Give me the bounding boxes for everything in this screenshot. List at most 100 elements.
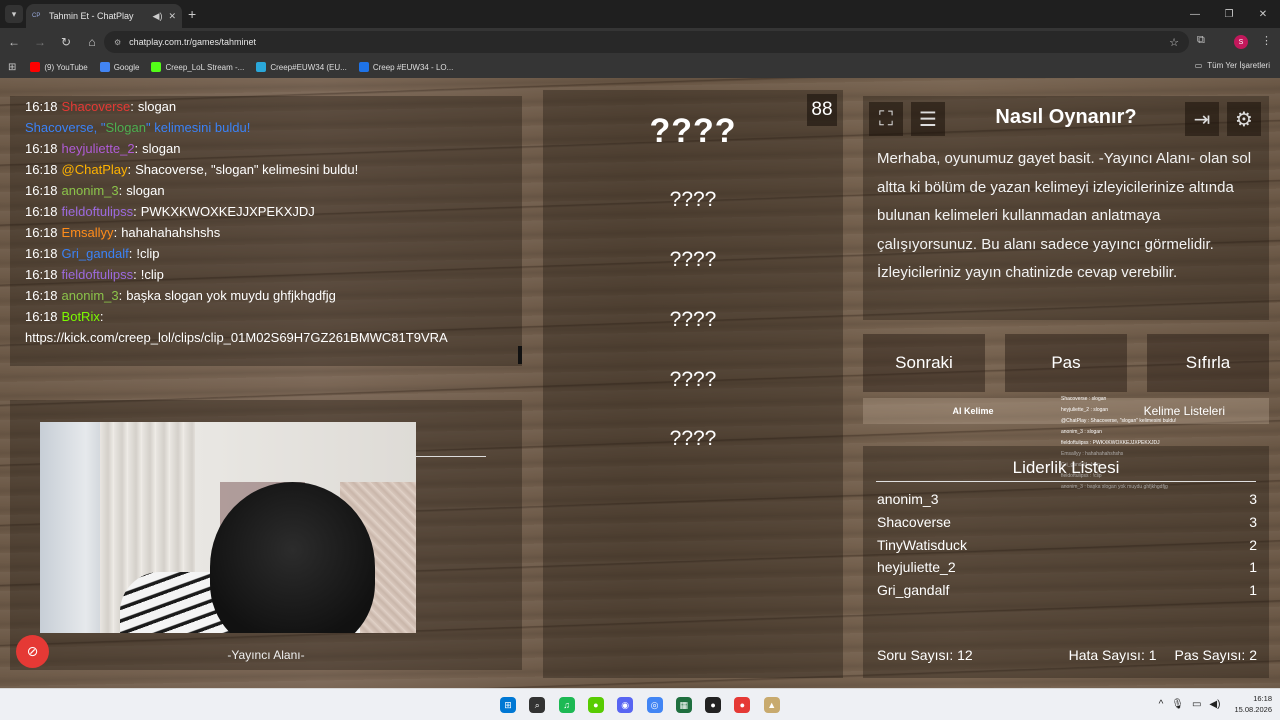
start-icon[interactable]: ⊞ (500, 697, 516, 713)
clock[interactable]: 16:18 15.08.2026 (1234, 693, 1272, 715)
chat-time: 16:18 (25, 225, 58, 240)
bookmark-item[interactable]: Google (99, 62, 139, 72)
bookmark-label: Creep #EUW34 - LO... (372, 62, 454, 72)
volume-icon[interactable]: ◀) (1209, 699, 1220, 710)
bookmark-item[interactable]: Creep #EUW34 - LO... (358, 62, 454, 72)
browser-menu-icon[interactable]: ⋮ (1261, 34, 1272, 47)
reset-button[interactable]: Sıfırla (1147, 334, 1269, 392)
ai-word-button[interactable]: AI Kelime (943, 406, 1003, 416)
chat-system-text: https://kick.com/creep_lol/clips/clip_01… (25, 330, 448, 345)
chat-message: Shacoverse, "Slogan" kelimesini buldu! (25, 117, 507, 138)
chat-panel: 16:18 Shacoverse: slogan Shacoverse, "Sloga… (10, 96, 522, 366)
record-toggle-button[interactable]: ⊘ (16, 635, 49, 668)
forward-icon[interactable]: → (28, 30, 52, 54)
chat-separator: : (99, 309, 104, 324)
system-tray: ^ 🎙 ▭ ◀) 16:18 15.08.2026 (1159, 693, 1272, 715)
apps-grid-icon[interactable]: ⊞ (8, 62, 16, 73)
chat-separator: : (127, 162, 132, 177)
speaker-icon[interactable]: ◀) (153, 11, 163, 22)
all-bookmarks[interactable]: ▭ Tüm Yer İşaretleri (1195, 61, 1270, 70)
chat-time: 16:18 (25, 288, 58, 303)
minimize-icon[interactable]: — (1178, 0, 1212, 28)
tab-search-button[interactable]: ▾ (5, 5, 23, 23)
chat-message: 16:18 Gri_gandalf: !clip (25, 243, 507, 264)
bookmark-label: Creep_LoL Stream -... (165, 62, 245, 72)
spotify-icon[interactable]: ♫ (558, 697, 575, 713)
microphone-icon[interactable]: 🎙 (1171, 699, 1184, 710)
chat-username[interactable]: Gri_gandalf (62, 246, 129, 261)
chat-text: PWKXKWOXKEJJXPEKXJDJ (140, 204, 315, 219)
new-tab-button[interactable]: + (188, 6, 196, 22)
back-icon[interactable]: ← (2, 30, 26, 54)
streamer-area-label: -Yayıncı Alanı- (227, 648, 305, 662)
chat-scrollbar[interactable] (518, 346, 522, 364)
chat-username[interactable]: Emsallyy (62, 225, 114, 240)
chat-message: 16:18 Emsallyy: hahahahahshshs (25, 222, 507, 243)
player-score: 1 (1249, 582, 1257, 598)
chrome-icon[interactable]: ◎ (646, 697, 663, 713)
exit-icon[interactable]: ⇥ (1185, 102, 1219, 136)
profile-avatar[interactable]: S (1234, 35, 1248, 49)
player-score: 1 (1249, 559, 1257, 576)
chat-separator: : (133, 267, 137, 282)
windows-taskbar: ⊞ ⌕ ♫ ● ◉ ◎ ▦ ● ● ▲ ^ 🎙 ▭ ◀) 16:18 15.08.2026 (0, 688, 1280, 720)
chat-username[interactable]: Shacoverse (62, 99, 131, 114)
record-icon[interactable]: ● (734, 697, 751, 713)
window-controls: — ❐ ✕ (1178, 0, 1280, 28)
chat-username[interactable]: fieldoftulipss (62, 267, 134, 282)
words-panel: 88 ???? ???? ???? ???? ???? ???? (543, 90, 843, 678)
app-icon[interactable]: ▦ (675, 697, 692, 713)
chat-message: https://kick.com/creep_lol/clips/clip_01… (25, 327, 507, 348)
bookmarks-bar: ⊞ (9) YouTube Google Creep_LoL Stream -...… (0, 56, 1280, 78)
network-icon[interactable]: ▭ (1192, 699, 1201, 710)
next-button[interactable]: Sonraki (863, 334, 985, 392)
player-name: TinyWatisduck (877, 536, 967, 553)
chat-username[interactable]: heyjuliette_2 (62, 141, 135, 156)
clock-date: 15.08.2026 (1234, 705, 1272, 714)
site-info-icon[interactable]: ⚙ (114, 38, 121, 47)
chevron-up-icon[interactable]: ^ (1159, 699, 1164, 710)
pass-button[interactable]: Pas (1005, 334, 1127, 392)
chat-time: 16:18 (25, 267, 58, 282)
chat-message: 16:18 fieldoftulipss: !clip (25, 264, 507, 285)
extensions-icon[interactable]: ⧉ (1197, 34, 1205, 47)
chat-text: hahahahahshshs (121, 225, 221, 240)
player-score: 3 (1249, 513, 1257, 530)
discord-icon[interactable]: ◉ (617, 697, 634, 713)
url-bar[interactable]: ⚙ chatplay.com.tr/games/tahminet ☆ (104, 31, 1189, 53)
chat-username[interactable]: anonim_3 (62, 183, 119, 198)
forbidden-word: ???? (669, 308, 717, 331)
porofessor-icon (358, 62, 369, 72)
restore-icon[interactable]: ❐ (1212, 0, 1246, 28)
streamer-area: -Yayıncı Alanı- (10, 400, 522, 670)
chat-text: !clip (140, 267, 164, 282)
chat-time: 16:18 (25, 183, 58, 198)
game-stats: Soru Sayısı: 12 Hata Sayısı: 1 Pas Sayıs… (877, 647, 1257, 663)
chat-username[interactable]: @ChatPlay (62, 162, 128, 177)
chat-message: 16:18 Shacoverse: slogan (25, 96, 507, 117)
folder-icon: ▭ (1194, 61, 1203, 70)
chat-separator: : (133, 204, 137, 219)
bookmark-star-icon[interactable]: ☆ (1169, 36, 1179, 49)
search-icon[interactable]: ⌕ (529, 697, 546, 713)
bookmark-item[interactable]: Creep_LoL Stream -... (151, 62, 244, 72)
home-icon[interactable]: ⌂ (80, 30, 104, 54)
chat-username[interactable]: anonim_3 (62, 288, 119, 303)
chat-text: Shacoverse, "slogan" kelimesini buldu! (135, 162, 359, 177)
forbidden-word: ???? (669, 427, 717, 450)
chat-system-text: " kelimesini buldu! (145, 120, 251, 135)
bookmark-item[interactable]: (9) YouTube (30, 62, 88, 72)
bookmark-item[interactable]: Creep#EUW34 (EU... (256, 62, 347, 72)
overlay-chat-line: heyjuliette_2 : slogan (1061, 407, 1108, 413)
browser-tab[interactable]: CP Tahmin Et - ChatPlay ◀) ✕ (26, 4, 182, 28)
obs-icon[interactable]: ● (705, 697, 722, 713)
league-icon[interactable]: ▲ (763, 697, 780, 713)
settings-gear-icon[interactable]: ⚙ (1227, 102, 1261, 136)
chat-username[interactable]: fieldoftulipss (62, 204, 134, 219)
duolingo-icon[interactable]: ● (587, 697, 604, 713)
close-window-icon[interactable]: ✕ (1246, 0, 1280, 28)
chat-username[interactable]: BotRix (62, 309, 100, 324)
reload-icon[interactable]: ↻ (54, 30, 78, 54)
close-tab-icon[interactable]: ✕ (168, 11, 176, 22)
rules-panel: ⛶ ☰ Nasıl Oynanır? ⇥ ⚙ Merhaba, oyunumuz… (863, 96, 1269, 320)
